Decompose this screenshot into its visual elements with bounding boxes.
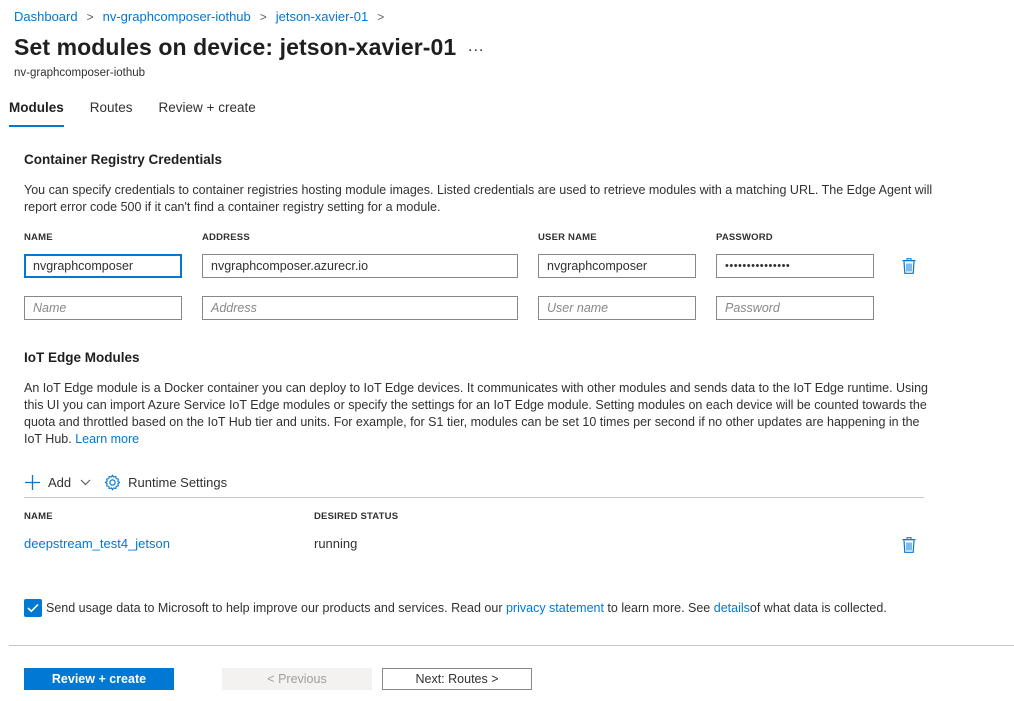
tab-modules[interactable]: Modules — [9, 100, 64, 127]
modules-toolbar: Add Runtime Settings — [24, 468, 924, 498]
learn-more-link[interactable]: Learn more — [75, 432, 139, 446]
modules-col-header-name: NAME — [24, 511, 53, 522]
tab-review-create[interactable]: Review + create — [159, 100, 256, 127]
runtime-settings-button[interactable]: Runtime Settings — [104, 471, 227, 495]
new-registry-name-field[interactable]: Name — [24, 296, 182, 320]
breadcrumb: Dashboard > nv-graphcomposer-iothub > je… — [14, 9, 393, 24]
next-routes-button[interactable]: Next: Routes > — [382, 668, 532, 690]
runtime-settings-label: Runtime Settings — [128, 475, 228, 490]
privacy-statement-link[interactable]: privacy statement — [506, 601, 604, 615]
delete-module-icon[interactable] — [902, 537, 916, 553]
registry-password-field[interactable]: ••••••••••••••• — [716, 254, 874, 278]
breadcrumb-separator: > — [259, 9, 267, 24]
checkmark-icon — [27, 603, 39, 613]
module-name-link[interactable]: deepstream_test4_jetson — [24, 536, 170, 551]
breadcrumb-dashboard[interactable]: Dashboard — [14, 9, 78, 24]
new-registry-address-field[interactable]: Address — [202, 296, 518, 320]
registry-section-title: Container Registry Credentials — [24, 152, 223, 167]
registry-username-field[interactable]: nvgraphcomposer — [538, 254, 696, 278]
registry-name-field[interactable]: nvgraphcomposer — [24, 254, 182, 278]
plus-icon — [25, 475, 40, 490]
col-header-name: NAME — [24, 232, 53, 243]
col-header-password: PASSWORD — [716, 232, 773, 243]
tab-bar: Modules Routes Review + create — [9, 100, 282, 127]
new-registry-username-field[interactable]: User name — [538, 296, 696, 320]
breadcrumb-iothub[interactable]: nv-graphcomposer-iothub — [103, 9, 251, 24]
page-title: Set modules on device: jetson-xavier-01 — [14, 34, 457, 60]
registry-address-field[interactable]: nvgraphcomposer.azurecr.io — [202, 254, 518, 278]
col-header-username: USER NAME — [538, 232, 597, 243]
details-link[interactable]: details — [714, 601, 750, 615]
add-label: Add — [48, 475, 72, 490]
usage-data-consent-text: Send usage data to Microsoft to help imp… — [46, 601, 887, 615]
breadcrumb-separator: > — [377, 9, 385, 24]
tab-routes[interactable]: Routes — [90, 100, 133, 127]
gear-icon — [104, 474, 121, 491]
add-module-button[interactable]: Add — [24, 471, 91, 495]
delete-registry-icon[interactable] — [902, 258, 916, 274]
chevron-down-icon — [80, 479, 91, 486]
review-create-button[interactable]: Review + create — [24, 668, 174, 690]
module-status: running — [314, 536, 358, 551]
page-subtitle: nv-graphcomposer-iothub — [14, 67, 146, 79]
col-header-address: ADDRESS — [202, 232, 250, 243]
new-registry-password-field[interactable]: Password — [716, 296, 874, 320]
modules-col-header-status: DESIRED STATUS — [314, 511, 399, 522]
footer-divider — [9, 645, 1014, 646]
modules-description: An IoT Edge module is a Docker container… — [24, 381, 928, 446]
breadcrumb-device[interactable]: jetson-xavier-01 — [276, 9, 369, 24]
previous-button[interactable]: < Previous — [222, 668, 372, 690]
breadcrumb-separator: > — [86, 9, 94, 24]
modules-section-title: IoT Edge Modules — [24, 350, 140, 365]
registry-description: You can specify credentials to container… — [24, 183, 933, 214]
usage-data-checkbox[interactable] — [24, 599, 42, 617]
more-options-button[interactable]: ... — [468, 38, 484, 56]
